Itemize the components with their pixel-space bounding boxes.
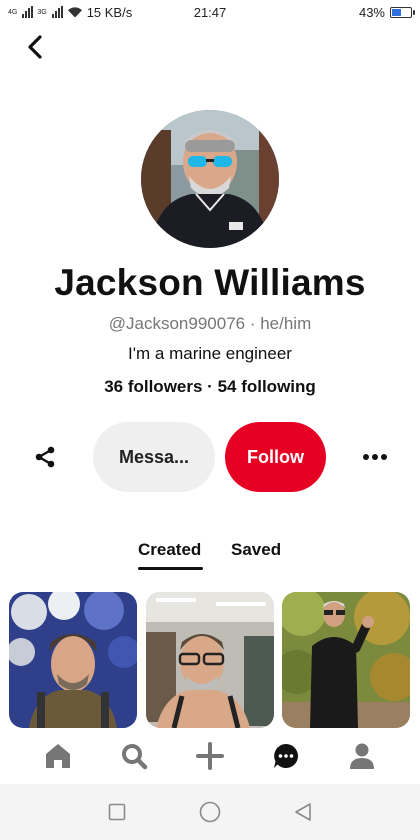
status-right: 43% bbox=[358, 4, 415, 20]
search-icon bbox=[122, 744, 148, 770]
battery-percent: 43% bbox=[358, 4, 385, 20]
share-icon bbox=[35, 446, 55, 468]
pin-image bbox=[146, 592, 274, 728]
signal-icon-2 bbox=[51, 6, 63, 18]
bottom-navigation bbox=[0, 728, 420, 784]
profile-icon bbox=[350, 743, 374, 769]
pin-card[interactable] bbox=[146, 592, 274, 728]
nav-home[interactable] bbox=[40, 738, 76, 774]
share-button[interactable] bbox=[30, 442, 60, 472]
triangle-back-icon bbox=[295, 803, 312, 821]
message-button[interactable]: Messa... bbox=[93, 422, 215, 492]
stats-separator: · bbox=[202, 377, 218, 396]
signal-icon bbox=[22, 6, 34, 18]
square-icon bbox=[108, 803, 125, 821]
nav-search[interactable] bbox=[116, 738, 152, 774]
back-arrow-icon bbox=[28, 35, 42, 59]
profile-handle: @Jackson990076 bbox=[108, 314, 246, 333]
avatar-image bbox=[141, 110, 279, 248]
nav-create[interactable] bbox=[192, 738, 228, 774]
back-system-button[interactable] bbox=[289, 798, 317, 826]
tab-saved[interactable]: Saved bbox=[231, 540, 281, 560]
circle-icon bbox=[199, 801, 221, 823]
battery-icon bbox=[390, 6, 415, 18]
status-bar: 4G 3G 15 KB/s 21:47 43% bbox=[0, 0, 420, 24]
battery-fill bbox=[392, 8, 401, 16]
profile-pronouns: he/him bbox=[260, 314, 312, 333]
system-navigation-bar bbox=[0, 784, 420, 840]
network-speed: 15 KB/s bbox=[86, 4, 133, 20]
profile-bio: I'm a marine engineer bbox=[128, 344, 292, 363]
followers-count[interactable]: 36 followers bbox=[104, 377, 202, 396]
profile-stats: 36 followers · 54 following bbox=[0, 377, 420, 397]
following-count[interactable]: 54 following bbox=[218, 377, 316, 396]
handle-row: @Jackson990076 · he/him bbox=[0, 314, 420, 334]
pin-image bbox=[9, 592, 137, 728]
wifi-icon bbox=[67, 7, 82, 18]
clock: 21:47 bbox=[193, 4, 227, 20]
recent-apps-button[interactable] bbox=[103, 798, 131, 826]
pin-image bbox=[282, 592, 410, 728]
home-icon bbox=[46, 744, 70, 768]
more-dots-icon bbox=[363, 454, 387, 460]
follow-button[interactable]: Follow bbox=[225, 422, 326, 492]
back-button[interactable] bbox=[20, 32, 50, 62]
tab-created[interactable]: Created bbox=[138, 540, 201, 560]
chat-icon bbox=[274, 744, 298, 768]
profile-avatar[interactable] bbox=[141, 110, 279, 248]
nav-messages[interactable] bbox=[268, 738, 304, 774]
home-system-button[interactable] bbox=[196, 798, 224, 826]
plus-icon bbox=[196, 742, 224, 770]
separator: · bbox=[245, 314, 261, 333]
active-tab-indicator bbox=[138, 567, 203, 570]
more-options-button[interactable] bbox=[360, 444, 390, 470]
pin-card[interactable] bbox=[9, 592, 137, 728]
network-type-label-2: 3G bbox=[37, 8, 47, 16]
nav-profile[interactable] bbox=[344, 738, 380, 774]
network-type-label: 4G bbox=[8, 8, 18, 16]
profile-name: Jackson Williams bbox=[54, 262, 366, 303]
pin-card[interactable] bbox=[282, 592, 410, 728]
status-left: 4G 3G 15 KB/s bbox=[8, 5, 132, 20]
